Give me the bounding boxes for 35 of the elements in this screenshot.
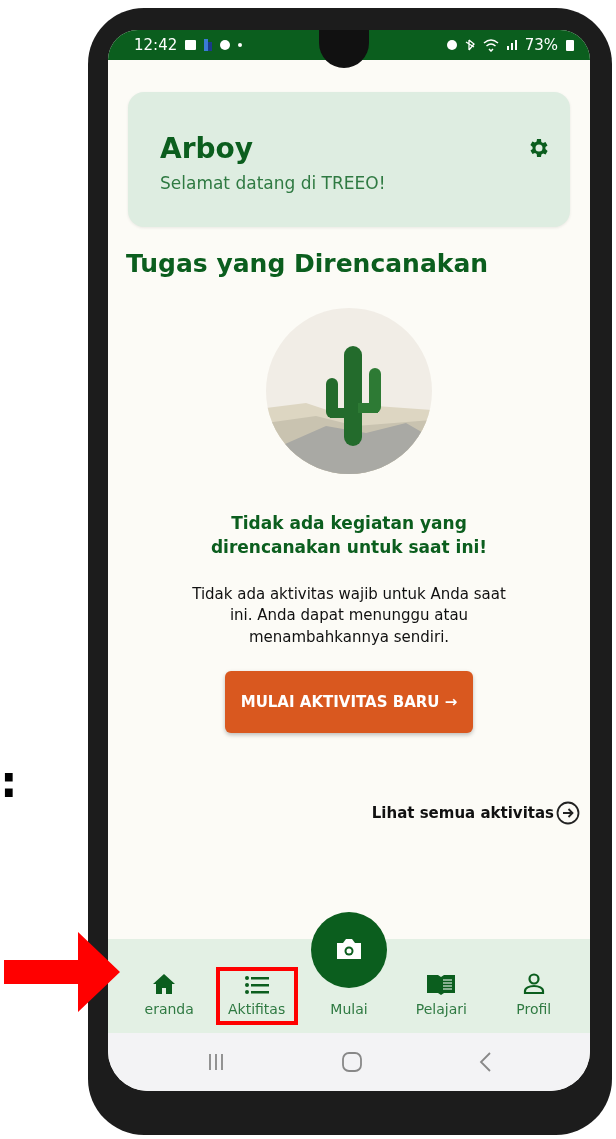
new-activity-button[interactable]: MULAI AKTIVITAS BARU → <box>224 670 474 733</box>
home-button-icon[interactable] <box>341 1051 363 1073</box>
signal-icon <box>506 40 517 50</box>
nav-label: Aktifitas <box>227 1001 286 1017</box>
back-icon[interactable] <box>478 1051 493 1073</box>
user-name: Arboy <box>160 132 254 165</box>
calendar-icon <box>185 40 197 50</box>
camera-button[interactable] <box>309 911 388 989</box>
battery-percent: 73% <box>524 36 558 54</box>
nav-label: Pelajari <box>415 1001 467 1017</box>
see-all-link[interactable]: Lihat semua aktivitas <box>371 803 554 822</box>
nav-item[interactable]: eranda <box>123 965 206 1025</box>
nav-item[interactable]: Pelajari <box>400 965 483 1025</box>
empty-state-message: Tidak ada aktivitas wajib untuk Anda saat ini. Anda dapat menunggu atau menambahkannya sendiri. <box>191 583 507 649</box>
nav-item[interactable]: Aktifitas <box>215 967 298 1025</box>
nav-label: eranda <box>144 1001 194 1017</box>
battery-icon <box>566 39 574 51</box>
arrow-circle-icon[interactable] <box>556 800 580 825</box>
status-time: 12:42 <box>134 36 178 54</box>
list-icon <box>244 975 269 995</box>
nav-label: Mulai <box>330 1001 368 1017</box>
nav-item[interactable]: Profil <box>492 965 575 1025</box>
colon-mark: : <box>0 760 18 804</box>
person-icon <box>522 973 545 995</box>
book-icon <box>426 973 457 995</box>
wifi-icon <box>482 38 499 52</box>
nav-label: Profil <box>516 1001 552 1017</box>
welcome-text: Selamat datang di TREEO! <box>160 173 386 193</box>
nav-center-item[interactable]: Mulai <box>307 993 390 1025</box>
empty-state-title: Tidak ada kegiatan yang direncanakan untuk saat ini! <box>209 512 489 559</box>
home-icon <box>152 973 177 995</box>
section-title: Tugas yang Direncanakan <box>126 249 489 278</box>
camera-notch <box>319 30 370 68</box>
dot-icon <box>238 43 243 47</box>
bluetooth-icon <box>464 39 475 51</box>
